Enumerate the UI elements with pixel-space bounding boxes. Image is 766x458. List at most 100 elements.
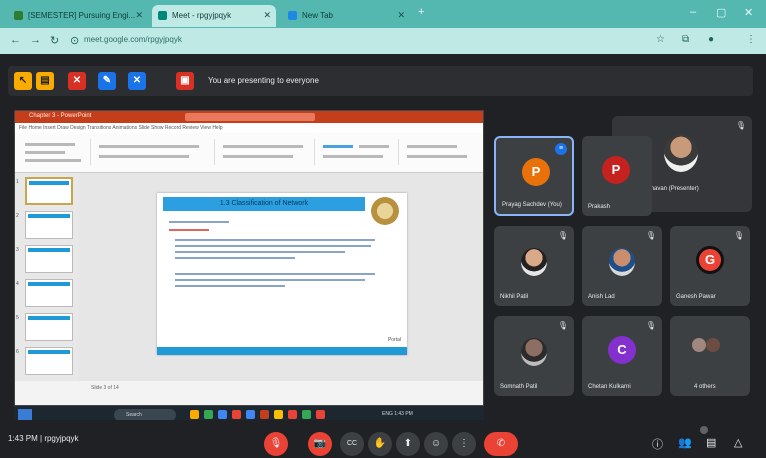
extensions-icon[interactable]: ⧉ — [682, 34, 689, 45]
participant-photo — [609, 248, 635, 276]
activities-icon[interactable]: △ — [734, 436, 742, 449]
end-call-button[interactable]: ✆ — [484, 432, 518, 456]
browser-tab-2[interactable]: Meet - rpgyjpqyk ✕ — [152, 5, 276, 27]
tab-close-icon[interactable]: ✕ — [135, 10, 143, 21]
reload-icon[interactable]: ↻ — [50, 34, 59, 47]
slide-thumbnail[interactable] — [25, 177, 73, 205]
participant-tile[interactable]: 🎙 Somnath Patil — [494, 316, 574, 396]
slide-title: 1.3 Classification of Network — [163, 197, 365, 211]
ribbon-line — [223, 145, 303, 148]
tab-close-icon[interactable]: ✕ — [397, 10, 405, 21]
participant-tile[interactable]: 🎙 Nikhil Patil — [494, 226, 574, 306]
thumb-bar — [28, 248, 70, 252]
new-tab-button[interactable]: + — [418, 6, 424, 18]
slide-thumbnail[interactable] — [25, 279, 73, 307]
camera-off-button[interactable]: 📷 — [308, 432, 332, 456]
participant-avatar-stack — [706, 338, 720, 352]
captions-button[interactable]: CC — [340, 432, 364, 456]
pen-tool-icon[interactable]: ✎ — [98, 72, 116, 90]
back-icon[interactable]: ← — [10, 34, 21, 46]
info-icon[interactable]: ⓘ — [652, 436, 663, 452]
participant-tile[interactable]: P ≡ Prayag Sachdev (You) — [494, 136, 574, 216]
slide-text-line — [175, 239, 375, 241]
slide-thumbnail[interactable] — [25, 313, 73, 341]
ribbon-line — [323, 145, 353, 148]
shared-screen: Chapter 3 - PowerPoint File Home Insert … — [14, 110, 484, 406]
ribbon-line — [99, 145, 199, 148]
slide-thumbnail[interactable] — [25, 245, 73, 273]
slide-thumbnail[interactable] — [25, 347, 73, 375]
participant-tile[interactable]: C 🎙 Chetan Kulkarni — [582, 316, 662, 396]
slide-text-line — [175, 279, 365, 281]
participant-photo — [521, 248, 547, 276]
chat-icon[interactable]: ▤ — [706, 436, 716, 449]
highlighter-tool-icon[interactable]: ▤ — [36, 72, 54, 90]
slide-thumbnail[interactable] — [25, 211, 73, 239]
powerpoint-menu: File Home Insert Draw Design Transitions… — [15, 123, 483, 133]
meet-control-bar: 1:43 PM | rpgyjpqyk 🎙 📷 CC ✋ ⬆ ☺ ⋮ ✆ ⓘ 👥… — [0, 420, 766, 458]
more-options-button[interactable]: ⋮ — [452, 432, 476, 456]
participant-photo — [664, 134, 698, 172]
profile-icon[interactable]: ● — [708, 34, 714, 45]
thumb-number: 1 — [16, 179, 19, 185]
stop-present-icon[interactable]: ▣ — [176, 72, 194, 90]
site-info-icon[interactable]: ⊙ — [70, 34, 79, 47]
share-tool-icon[interactable]: ✕ — [128, 72, 146, 90]
thumb-bar — [28, 316, 70, 320]
participant-name: Prayag Sachdev (You) — [502, 202, 562, 208]
people-count-badge — [700, 426, 708, 434]
slide-canvas: 1.3 Classification of Network Portal — [79, 173, 483, 381]
participant-tile[interactable]: 🎙 Anish Lad — [582, 226, 662, 306]
participant-avatar-stack — [692, 338, 706, 352]
mic-muted-icon: 🎙 — [557, 231, 568, 240]
meeting-time-and-code: 1:43 PM | rpgyjpqyk — [8, 434, 79, 443]
people-icon[interactable]: 👥 — [678, 436, 692, 449]
app-icon — [246, 410, 255, 419]
participant-avatar: G — [696, 246, 724, 274]
meet-stage: ↖ ▤ ✕ ✎ ✕ ▣ You are presenting to everyo… — [0, 54, 766, 458]
participant-name: Nikhil Patil — [500, 294, 529, 300]
slide-logo: Portal — [387, 337, 401, 343]
system-tray: ENG 1:43 PM — [382, 411, 413, 417]
powerpoint-statusbar: Slide 3 of 14 — [15, 381, 483, 405]
others-tile[interactable]: 4 others — [670, 316, 750, 396]
address-bar: ← → ↻ ⊙ meet.google.com/rpgyjpqyk ☆ ⧉ ● … — [0, 28, 766, 54]
ribbon-line — [25, 151, 65, 154]
others-count: 4 others — [694, 384, 716, 390]
tab-close-icon[interactable]: ✕ — [263, 10, 271, 21]
participant-tile[interactable]: P Prakash — [582, 136, 652, 216]
bookmark-icon[interactable]: ☆ — [656, 34, 665, 45]
participant-tile[interactable]: G 🎙 Ganesh Pawar — [670, 226, 750, 306]
browser-tab-1[interactable]: [SEMESTER] Pursuing Engi... ✕ — [8, 5, 148, 27]
slide-text-line — [175, 285, 285, 287]
ribbon-group — [403, 139, 479, 165]
mic-off-button[interactable]: 🎙 — [264, 432, 288, 456]
pointer-tool-icon[interactable]: ↖ — [14, 72, 32, 90]
eraser-tool-icon[interactable]: ✕ — [68, 72, 86, 90]
raise-hand-button[interactable]: ✋ — [368, 432, 392, 456]
close-window-button[interactable]: ✕ — [744, 6, 753, 19]
url-field[interactable]: meet.google.com/rpgyjpqyk — [84, 35, 182, 44]
thumb-number: 6 — [16, 349, 19, 355]
browser-menu-icon[interactable]: ⋮ — [746, 34, 756, 45]
screen: [SEMESTER] Pursuing Engi... ✕ Meet - rpg… — [0, 0, 766, 458]
maximize-button[interactable]: ▢ — [716, 6, 726, 19]
forward-icon[interactable]: → — [30, 34, 41, 46]
thumb-bar — [28, 282, 70, 286]
minimize-button[interactable]: – — [690, 6, 696, 18]
ribbon-group — [95, 139, 215, 165]
browser-tab-3[interactable]: New Tab ✕ — [282, 5, 410, 27]
slide-text-line — [169, 229, 209, 231]
presenting-label: You are presenting to everyone — [208, 76, 319, 85]
browser-tab-bar: [SEMESTER] Pursuing Engi... ✕ Meet - rpg… — [0, 0, 766, 28]
slide-text-line — [175, 273, 375, 275]
present-button[interactable]: ⬆ — [396, 432, 420, 456]
app-icon — [204, 410, 213, 419]
app-icon — [302, 410, 311, 419]
mic-muted-icon: 🎙 — [645, 321, 656, 330]
tab-label: New Tab — [302, 11, 333, 20]
reactions-button[interactable]: ☺ — [424, 432, 448, 456]
powerpoint-title: Chapter 3 - PowerPoint — [29, 113, 92, 119]
powerpoint-icon — [260, 410, 269, 419]
mic-muted-icon: 🎙 — [735, 121, 746, 130]
